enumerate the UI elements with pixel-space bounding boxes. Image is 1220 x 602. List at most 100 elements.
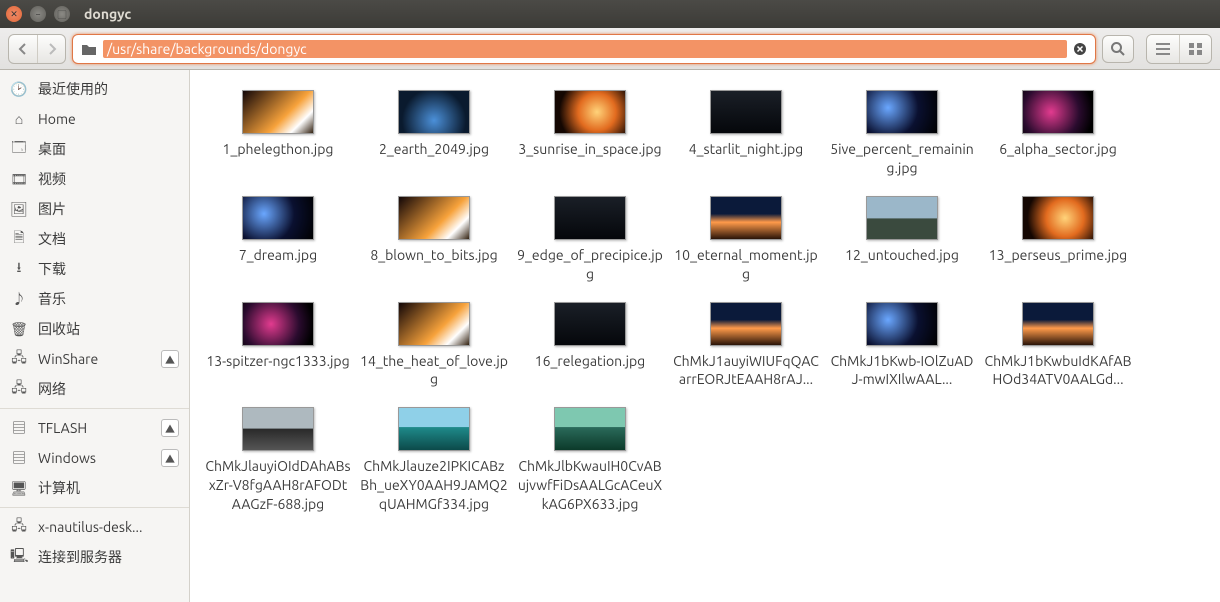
trash-icon: 🗑 [10,321,28,338]
search-button[interactable] [1102,35,1134,63]
file-name: 16_relegation.jpg [535,352,646,371]
sidebar-item-trash[interactable]: 🗑 回收站 [0,314,189,344]
sidebar-label: 连接到服务器 [38,547,122,567]
server-icon: 🖳 [10,545,28,569]
sidebar-item-pictures[interactable]: 🖼图片 [0,194,189,224]
sidebar-label: 视频 [38,169,66,189]
sidebar-item-music[interactable]: ♪音乐 [0,284,189,314]
nav-group [8,34,66,64]
file-name: ChMkJlbKwauIH0CvABujvwfFiDsAALGcACeuXkAG… [516,457,664,514]
file-item[interactable]: 4_starlit_night.jpg [668,84,824,190]
file-thumbnail [242,196,314,240]
sidebar: 🕑 最近使用的 ⌂ Home 🗔桌面 🎞视频 🖼图片 🗎文档 ⭳下载 ♪音乐 🗑 回收… [0,70,190,602]
file-name: 12_untouched.jpg [845,246,959,265]
location-path[interactable]: /usr/share/backgrounds/dongyc [103,40,1067,58]
file-name: 8_blown_to_bits.jpg [370,246,497,265]
file-thumbnail [1022,196,1094,240]
file-thumbnail [398,90,470,134]
file-thumbnail [242,302,314,346]
chevron-right-icon [46,43,58,55]
drive-icon: ▤ [10,448,28,468]
file-thumbnail [1022,302,1094,346]
grid-view-button[interactable] [1179,35,1211,63]
sidebar-item-downloads[interactable]: ⭳下载 [0,254,189,284]
forward-button[interactable] [37,35,65,63]
sidebar-label: 网络 [38,379,66,399]
sidebar-label: 最近使用的 [38,79,108,99]
sidebar-item-home[interactable]: ⌂ Home [0,104,189,134]
sidebar-label: 回收站 [38,319,80,339]
file-name: 2_earth_2049.jpg [379,140,489,159]
file-thumbnail [710,90,782,134]
back-button[interactable] [9,35,37,63]
file-name: 7_dream.jpg [239,246,317,265]
file-item[interactable]: ChMkJ1auyiWIUFqQACarrEORJtEAAH8rAJ... [668,296,824,402]
folder-icon [81,42,97,56]
file-item[interactable]: ChMkJlauze2IPKICABzBh_ueXY0AAH9JAMQ2qUAH… [356,401,512,526]
file-item[interactable]: 12_untouched.jpg [824,190,980,296]
file-item[interactable]: 7_dream.jpg [200,190,356,296]
sidebar-label: 音乐 [38,289,66,309]
file-name: 4_starlit_night.jpg [689,140,803,159]
file-item[interactable]: 6_alpha_sector.jpg [980,84,1136,190]
file-item[interactable]: 14_the_heat_of_love.jpg [356,296,512,402]
clock-icon: 🕑 [10,81,28,98]
window-maximize-button[interactable]: ▢ [54,6,70,22]
search-icon [1110,41,1126,57]
file-thumbnail [554,407,626,451]
eject-button[interactable]: ▲ [161,419,179,437]
list-view-button[interactable] [1147,35,1179,63]
eject-button[interactable]: ▲ [161,449,179,467]
sidebar-item-network[interactable]: 🖧 网络 [0,374,189,404]
sidebar-item-tflash[interactable]: ▤TFLASH▲ [0,413,189,443]
file-name: 1_phelegthon.jpg [223,140,334,159]
location-bar[interactable]: /usr/share/backgrounds/dongyc [72,34,1096,64]
sidebar-item-recent[interactable]: 🕑 最近使用的 [0,74,189,104]
sidebar-item-winshare[interactable]: 🖧WinShare▲ [0,344,189,374]
file-item[interactable]: 3_sunrise_in_space.jpg [512,84,668,190]
sidebar-item-windows[interactable]: ▤Windows▲ [0,443,189,473]
file-name: ChMkJ1bKwb-IOlZuADJ-mwIXIlwAAL... [828,352,976,390]
file-item[interactable]: 13-spitzer-ngc1333.jpg [200,296,356,402]
main-area: 🕑 最近使用的 ⌂ Home 🗔桌面 🎞视频 🖼图片 🗎文档 ⭳下载 ♪音乐 🗑 回收… [0,70,1220,602]
sidebar-label: TFLASH [38,420,87,436]
sidebar-item-nautilus[interactable]: 🖧x-nautilus-desk... [0,512,189,542]
clear-location-button[interactable] [1073,42,1087,56]
sidebar-item-documents[interactable]: 🗎文档 [0,224,189,254]
sidebar-label: 图片 [38,199,66,219]
file-item[interactable]: 13_perseus_prime.jpg [980,190,1136,296]
file-item[interactable]: 8_blown_to_bits.jpg [356,190,512,296]
file-item[interactable]: 2_earth_2049.jpg [356,84,512,190]
sidebar-item-computer[interactable]: 🖥计算机 [0,473,189,503]
computer-icon: 🖥 [10,480,28,497]
file-item[interactable]: 9_edge_of_precipice.jpg [512,190,668,296]
file-item[interactable]: 1_phelegthon.jpg [200,84,356,190]
file-item[interactable]: ChMkJ1bKwbuIdKAfABHOd34ATV0AALGd... [980,296,1136,402]
sidebar-label: 桌面 [38,139,66,159]
document-icon: 🗎 [10,227,28,251]
file-item[interactable]: 5ive_percent_remaining.jpg [824,84,980,190]
list-icon [1155,42,1171,56]
file-item[interactable]: ChMkJlbKwauIH0CvABujvwfFiDsAALGcACeuXkAG… [512,401,668,526]
network-icon: 🖧 [10,377,28,401]
window-minimize-button[interactable]: − [30,6,46,22]
file-item[interactable]: 10_eternal_moment.jpg [668,190,824,296]
chevron-left-icon [17,43,29,55]
sidebar-item-videos[interactable]: 🎞视频 [0,164,189,194]
network-icon: 🖧 [10,347,28,371]
file-thumbnail [242,90,314,134]
file-item[interactable]: 16_relegation.jpg [512,296,668,402]
eject-button[interactable]: ▲ [161,350,179,368]
file-item[interactable]: ChMkJlauyiOIdDAhABsxZr-V8fgAAH8rAFODtAAG… [200,401,356,526]
home-icon: ⌂ [10,111,28,127]
window-close-button[interactable]: ✕ [6,6,22,22]
file-view[interactable]: 1_phelegthon.jpg 2_earth_2049.jpg 3_sunris… [190,70,1220,602]
file-grid: 1_phelegthon.jpg 2_earth_2049.jpg 3_sunris… [200,84,1210,526]
file-item[interactable]: ChMkJ1bKwb-IOlZuADJ-mwIXIlwAAL... [824,296,980,402]
sidebar-item-connect-server[interactable]: 🖳 连接到服务器 [0,542,189,572]
sidebar-item-desktop[interactable]: 🗔桌面 [0,134,189,164]
sidebar-label: Home [38,111,76,127]
file-thumbnail [398,196,470,240]
file-thumbnail [398,302,470,346]
file-name: 9_edge_of_precipice.jpg [516,246,664,284]
